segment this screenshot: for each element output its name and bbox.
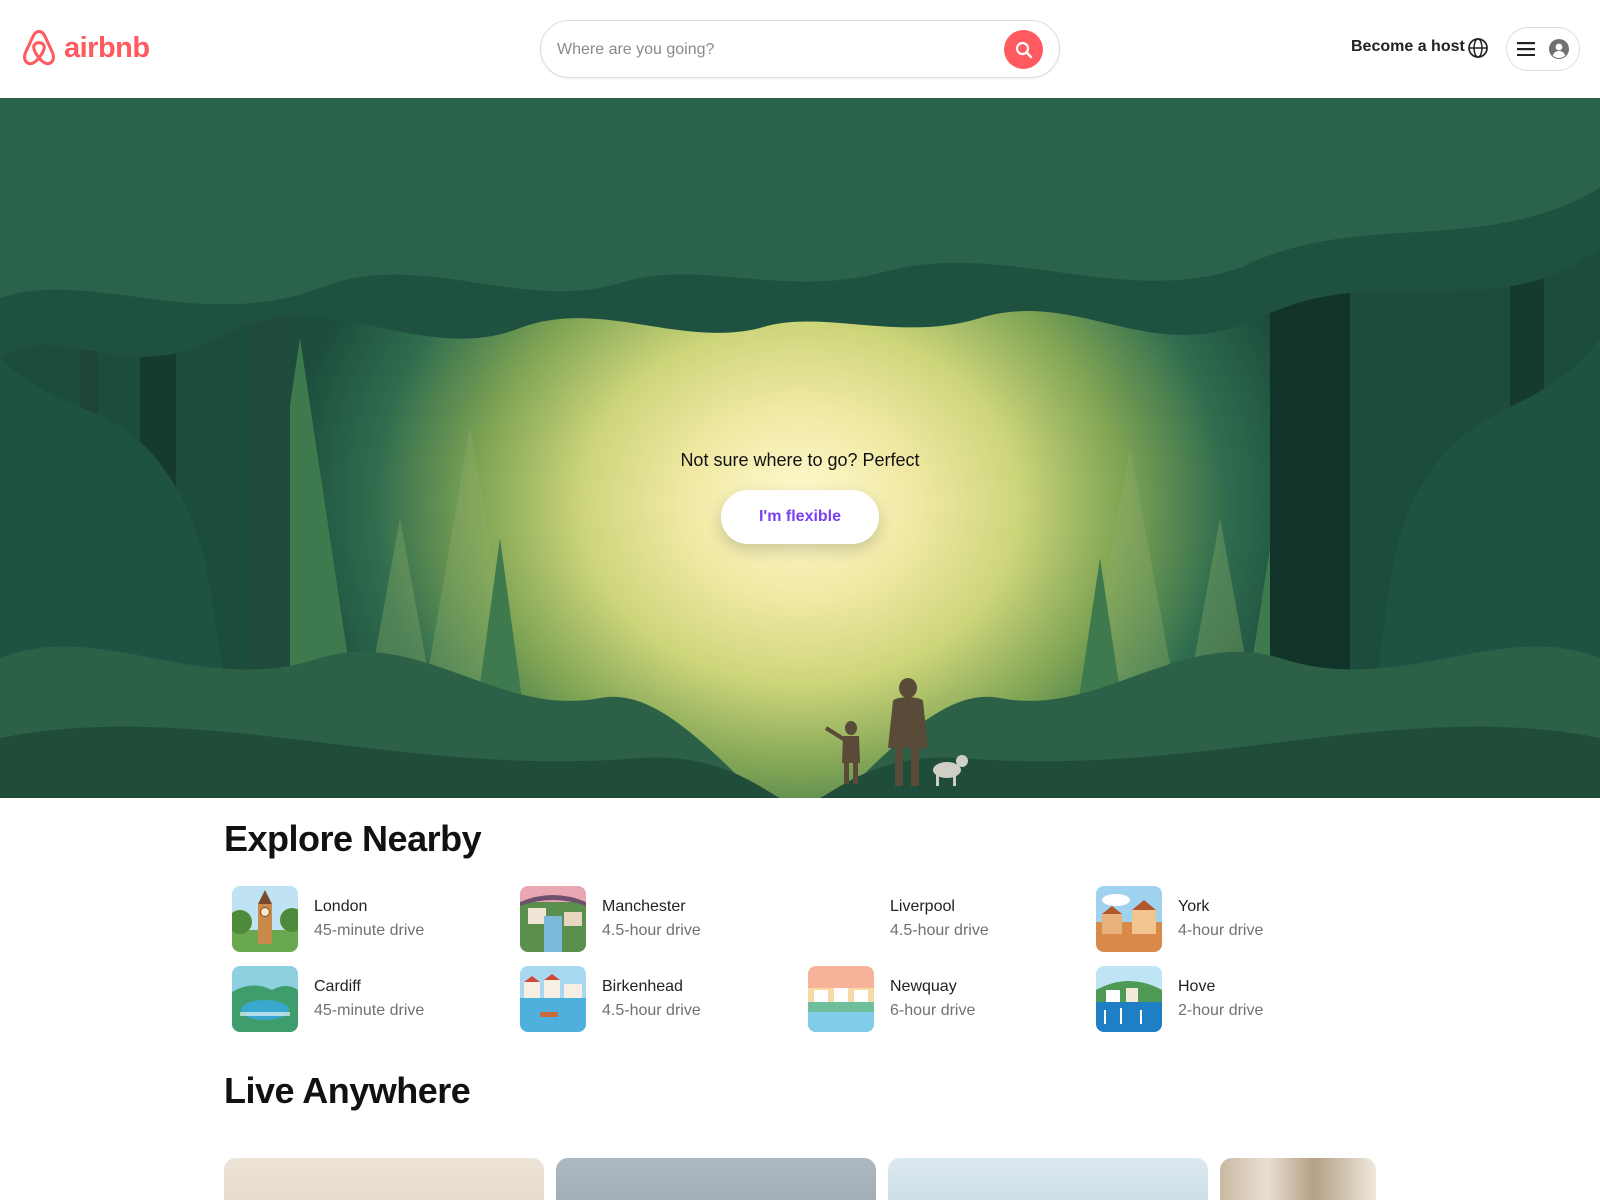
- hero-tagline: Not sure where to go? Perfect: [680, 450, 920, 470]
- cardiff-thumbnail: [232, 966, 298, 1032]
- search-input[interactable]: [557, 35, 977, 65]
- place-name: Liverpool: [890, 898, 955, 915]
- live-anywhere-cards: [224, 1158, 1380, 1200]
- brand-name: airbnb: [64, 31, 150, 64]
- im-flexible-button[interactable]: I'm flexible: [721, 490, 879, 544]
- explore-nearby-heading: Explore Nearby: [224, 818, 482, 859]
- user-menu-button[interactable]: [1506, 27, 1580, 71]
- nearby-place-london[interactable]: London 45-minute drive: [224, 884, 504, 954]
- nearby-place-birkenhead[interactable]: Birkenhead 4.5-hour drive: [512, 964, 792, 1034]
- place-drive-time: 4.5-hour drive: [602, 922, 701, 939]
- york-thumbnail: [1096, 886, 1162, 952]
- search-icon: [1015, 41, 1032, 58]
- user-avatar-icon: [1549, 39, 1569, 59]
- live-anywhere-card[interactable]: [888, 1158, 1208, 1200]
- place-drive-time: 2-hour drive: [1178, 1002, 1264, 1019]
- airbnb-logo[interactable]: airbnb: [20, 28, 150, 68]
- place-name: Cardiff: [314, 978, 361, 995]
- place-name: Newquay: [890, 978, 957, 995]
- place-drive-time: 6-hour drive: [890, 1002, 976, 1019]
- hove-thumbnail: [1096, 966, 1162, 1032]
- live-anywhere-heading: Live Anywhere: [224, 1070, 471, 1111]
- nearby-place-hove[interactable]: Hove 2-hour drive: [1088, 964, 1368, 1034]
- london-thumbnail: [232, 886, 298, 952]
- airbnb-logo-icon: [23, 30, 55, 66]
- menu-icon: [1517, 42, 1535, 56]
- hero-banner: Not sure where to go? Perfect I'm flexib…: [0, 98, 1600, 798]
- globe-icon[interactable]: [1467, 37, 1489, 59]
- place-drive-time: 4.5-hour drive: [890, 922, 989, 939]
- newquay-thumbnail: [808, 966, 874, 1032]
- place-drive-time: 45-minute drive: [314, 922, 425, 939]
- nearby-place-cardiff[interactable]: Cardiff 45-minute drive: [224, 964, 504, 1034]
- live-anywhere-card[interactable]: [224, 1158, 544, 1200]
- search-button[interactable]: [1004, 30, 1043, 69]
- place-name: Manchester: [602, 898, 686, 915]
- place-name: Birkenhead: [602, 978, 683, 995]
- nearby-place-manchester[interactable]: Manchester 4.5-hour drive: [512, 884, 792, 954]
- live-anywhere-card[interactable]: [556, 1158, 876, 1200]
- nearby-place-york[interactable]: York 4-hour drive: [1088, 884, 1368, 954]
- forest-illustration: [0, 98, 1600, 798]
- nearby-place-liverpool[interactable]: Liverpool 4.5-hour drive: [800, 884, 1080, 954]
- top-nav: airbnb Become a host: [0, 0, 1600, 98]
- place-drive-time: 45-minute drive: [314, 1002, 425, 1019]
- place-name: York: [1178, 898, 1210, 915]
- place-drive-time: 4.5-hour drive: [602, 1002, 701, 1019]
- search-bar: [540, 20, 1060, 78]
- live-anywhere-card[interactable]: [1220, 1158, 1376, 1200]
- birkenhead-thumbnail: [520, 966, 586, 1032]
- nearby-place-newquay[interactable]: Newquay 6-hour drive: [800, 964, 1080, 1034]
- liverpool-thumbnail: [808, 886, 874, 952]
- become-host-link[interactable]: Become a host: [1351, 38, 1465, 56]
- place-name: Hove: [1178, 978, 1216, 995]
- manchester-thumbnail: [520, 886, 586, 952]
- place-drive-time: 4-hour drive: [1178, 922, 1264, 939]
- place-name: London: [314, 898, 368, 915]
